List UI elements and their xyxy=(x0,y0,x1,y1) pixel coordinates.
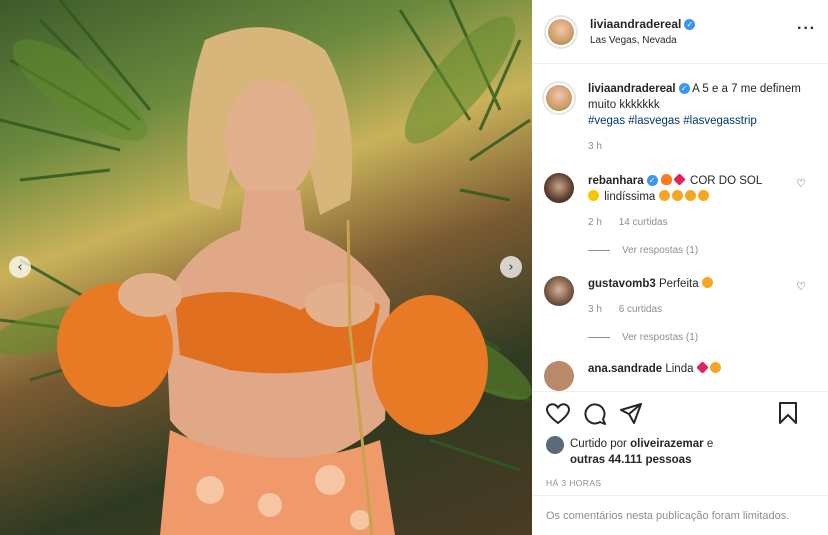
heart-eyes-emoji-icon xyxy=(697,190,709,201)
comment-icon[interactable] xyxy=(584,403,606,425)
post-image[interactable]: ‹ › xyxy=(0,0,532,535)
post-photo-illustration xyxy=(0,0,532,535)
caption-avatar[interactable] xyxy=(542,81,576,115)
view-replies-label: Ver respostas (1) xyxy=(622,245,699,256)
comment-username[interactable]: rebanhara xyxy=(588,175,644,187)
comment-text: COR DO SOL xyxy=(690,175,763,187)
author-username[interactable]: liviaandradereal xyxy=(590,17,681,31)
comment-username[interactable]: gustavomb3 xyxy=(588,278,656,290)
likes-prefix: Curtido por xyxy=(570,438,627,450)
comment-item: rebanhara ✓ COR DO SOL lindíssima 2 h 14 … xyxy=(544,173,816,231)
verified-badge-icon: ✓ xyxy=(646,175,658,187)
likes-others-count[interactable]: outras 44.111 pessoas xyxy=(570,454,691,466)
view-replies-button[interactable]: Ver respostas (1) xyxy=(588,332,816,343)
heart-emoji-icon xyxy=(695,361,709,374)
bookmark-icon[interactable] xyxy=(778,402,798,424)
comment-avatar[interactable] xyxy=(544,173,574,203)
caption-hashtags[interactable]: #vegas #lasvegas #lasvegasstrip xyxy=(588,113,816,129)
comment-time: 2 h xyxy=(588,217,602,228)
comment-text: Perfeita xyxy=(658,278,699,290)
heart-icon[interactable] xyxy=(546,403,570,425)
caption: liviaandradereal ✓ A 5 e a 7 me definem m… xyxy=(542,81,816,155)
view-replies-label: Ver respostas (1) xyxy=(622,332,699,343)
comment-like-heart-icon[interactable]: ♡ xyxy=(796,280,806,293)
post-location[interactable]: Las Vegas, Nevada xyxy=(590,35,695,46)
next-image-button[interactable]: › xyxy=(500,256,522,278)
verified-badge-icon: ✓ xyxy=(684,19,696,31)
heart-eyes-emoji-icon xyxy=(671,190,683,201)
chevron-right-icon: › xyxy=(508,259,514,275)
comment-like-heart-icon[interactable]: ♡ xyxy=(796,177,806,190)
heart-eyes-emoji-icon xyxy=(709,362,721,373)
comments-list[interactable]: liviaandradereal ✓ A 5 e a 7 me definem m… xyxy=(532,65,828,391)
liker-avatar[interactable] xyxy=(546,436,564,454)
comment-time: 3 h xyxy=(588,304,602,315)
verified-badge-icon: ✓ xyxy=(678,83,690,95)
chevron-left-icon: ‹ xyxy=(17,259,23,275)
comment-likes[interactable]: 6 curtidas xyxy=(619,304,662,315)
author-avatar[interactable] xyxy=(544,14,578,49)
caption-username[interactable]: liviaandradereal xyxy=(588,83,676,95)
view-replies-button[interactable]: Ver respostas (1) xyxy=(588,245,816,256)
heart-eyes-emoji-icon xyxy=(701,277,713,288)
heart-eyes-emoji-icon xyxy=(684,190,696,201)
previous-image-button[interactable]: ‹ xyxy=(9,256,31,278)
post-timestamp[interactable]: HÁ 3 HORAS xyxy=(546,478,814,488)
comment-likes[interactable]: 14 curtidas xyxy=(619,217,668,228)
caption-time: 3 h xyxy=(588,141,602,152)
liker-username[interactable]: oliveirazemar xyxy=(630,438,704,450)
sun-emoji-icon xyxy=(588,190,599,201)
comment-avatar[interactable] xyxy=(544,276,574,306)
comment-text: Linda xyxy=(665,363,694,375)
fire-emoji-icon xyxy=(660,174,672,185)
comments-limited-notice: Os comentários nesta publicação foram li… xyxy=(532,495,828,535)
comment-username[interactable]: ana.sandrade xyxy=(588,363,662,375)
comment-item: gustavomb3 Perfeita 3 h 6 curtidas ♡ xyxy=(544,276,816,318)
comment-item: ana.sandrade Linda xyxy=(544,361,816,391)
likes-summary[interactable]: Curtido por oliveirazemar e outras 44.11… xyxy=(546,436,814,468)
post-side-panel: liviaandradereal ✓ Las Vegas, Nevada ··· … xyxy=(532,0,828,535)
comment-text-2: lindíssima xyxy=(604,191,656,203)
heart-eyes-emoji-icon xyxy=(658,190,670,201)
more-icon[interactable]: ··· xyxy=(797,21,816,37)
heart-emoji-icon xyxy=(673,173,686,186)
post-header: liviaandradereal ✓ Las Vegas, Nevada ··· xyxy=(532,0,828,64)
share-icon[interactable] xyxy=(620,403,642,425)
likes-connector: e xyxy=(706,438,714,450)
comment-avatar[interactable] xyxy=(544,361,574,391)
